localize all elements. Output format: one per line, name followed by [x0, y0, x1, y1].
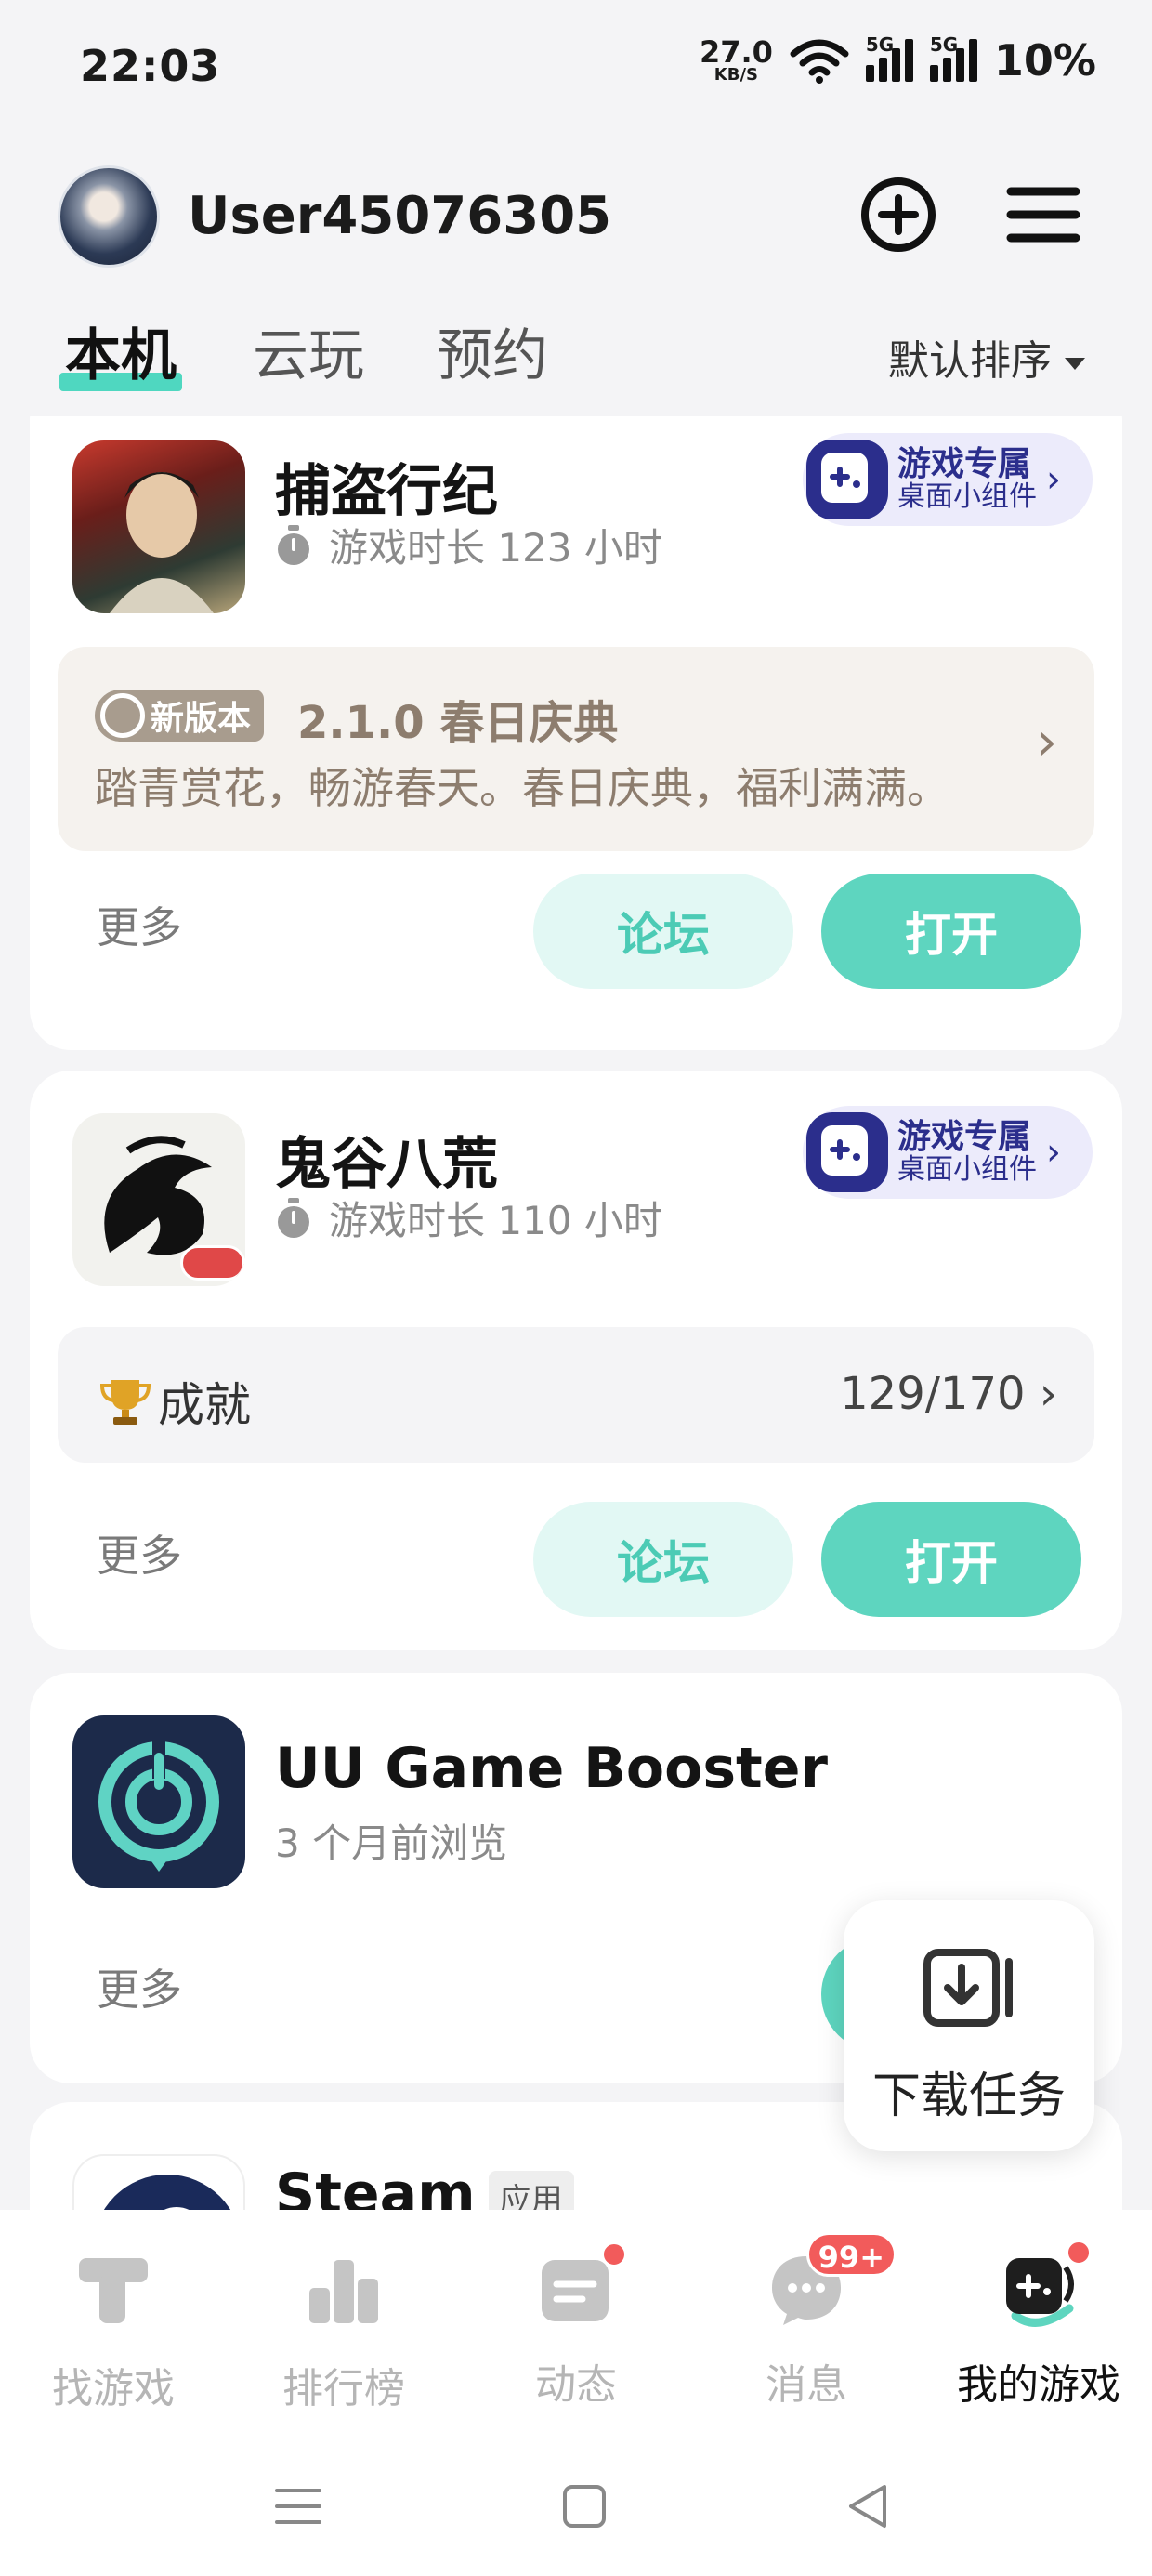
audio-bars-icon — [180, 1245, 245, 1281]
game-name[interactable]: 鬼谷八荒 — [275, 1119, 498, 1200]
game-name[interactable]: UU Game Booster — [275, 1736, 828, 1801]
app-tag: 应用 — [488, 2170, 574, 2210]
open-button[interactable]: 打开 — [821, 1502, 1081, 1617]
chevron-right-icon: › — [1036, 712, 1057, 772]
news-title: 2.1.0 春日庆典 — [297, 697, 619, 749]
badge-title: 游戏专属 — [897, 1118, 1032, 1157]
nav-my-games[interactable]: 我的游戏 — [927, 2240, 1150, 2411]
gamepad-icon — [806, 440, 888, 519]
chevron-right-icon: › — [1039, 1368, 1057, 1420]
sort-label: 默认排序 — [888, 337, 1052, 385]
more-button[interactable]: 更多 — [97, 894, 182, 955]
achievement-count: 129/170 — [840, 1368, 1026, 1420]
nav-find-game[interactable]: 找游戏 — [2, 2247, 225, 2414]
home-icon[interactable] — [552, 2474, 617, 2539]
menu-icon[interactable] — [1001, 173, 1085, 256]
bottom-nav: 找游戏 排行榜 动态 99+ 消息 我的游戏 — [0, 2210, 1152, 2433]
badge-subtitle: 桌面小组件 — [897, 1153, 1037, 1187]
ranking-icon — [309, 2260, 378, 2323]
open-button[interactable]: 打开 — [821, 874, 1081, 989]
stopwatch-icon — [278, 524, 309, 565]
message-count-badge: 99+ — [805, 2232, 897, 2277]
caret-down-icon — [1065, 357, 1085, 370]
signal-1-icon: 5G — [865, 33, 913, 82]
game-icon[interactable] — [72, 1113, 245, 1286]
game-icon[interactable] — [72, 2154, 245, 2210]
system-nav-bar — [0, 2433, 1152, 2576]
tab-bar: 本机 云玩 预约 默认排序 — [0, 307, 1152, 409]
status-icons: 27.0 KB/S 5G 5G 10% — [699, 33, 1096, 85]
badge-subtitle: 桌面小组件 — [897, 480, 1037, 514]
achievement-row[interactable]: 成就 129/170 › — [58, 1327, 1094, 1463]
notification-dot — [1066, 2240, 1092, 2266]
nav-feed[interactable]: 动态 — [465, 2241, 687, 2411]
game-icon[interactable] — [72, 440, 245, 613]
steam-logo-icon — [103, 2175, 231, 2210]
network-speed: 27.0 KB/S — [699, 34, 773, 85]
avatar[interactable] — [58, 165, 160, 268]
game-card[interactable]: 鬼谷八荒 游戏时长 110 小时 游戏专属 桌面小组件 › 成就 129/170… — [30, 1071, 1122, 1650]
status-bar: 22:03 27.0 KB/S 5G 5G 10% — [0, 0, 1152, 139]
status-time: 22:03 — [80, 41, 221, 91]
tab-local[interactable]: 本机 — [59, 310, 182, 391]
game-icon[interactable] — [72, 1715, 245, 1888]
wifi-icon — [790, 39, 849, 84]
download-tasks-label: 下载任务 — [871, 2069, 1066, 2124]
new-version-tag: 新版本 — [95, 690, 265, 742]
game-name[interactable]: 捕盗行纪 — [275, 446, 498, 527]
tab-reserve[interactable]: 预约 — [437, 310, 548, 391]
game-card[interactable]: 捕盗行纪 游戏时长 123 小时 游戏专属 桌面小组件 › 新版本 2.1.0 … — [30, 416, 1122, 1050]
chevron-right-icon: › — [1046, 1131, 1061, 1174]
last-viewed: 3 个月前浏览 — [275, 1820, 508, 1866]
update-news-banner[interactable]: 新版本 2.1.0 春日庆典 踏青赏花，畅游春天。春日庆典，福利满满。 › — [58, 647, 1094, 851]
forum-button[interactable]: 论坛 — [533, 874, 793, 989]
desktop-widget-badge[interactable]: 游戏专属 桌面小组件 › — [803, 1106, 1093, 1199]
stopwatch-icon — [278, 1197, 309, 1238]
trophy-icon — [99, 1380, 151, 1425]
download-tasks-button[interactable]: 下载任务 — [844, 1900, 1094, 2151]
more-button[interactable]: 更多 — [97, 1522, 182, 1584]
nav-ranking[interactable]: 排行榜 — [232, 2247, 455, 2414]
chevron-right-icon: › — [1046, 458, 1061, 501]
battery-level: 10% — [993, 35, 1096, 85]
desktop-widget-badge[interactable]: 游戏专属 桌面小组件 › — [803, 433, 1093, 526]
nav-messages[interactable]: 99+ 消息 — [695, 2232, 918, 2411]
forum-button[interactable]: 论坛 — [533, 1502, 793, 1617]
username[interactable]: User45076305 — [188, 186, 611, 246]
download-icon — [923, 1949, 1013, 2027]
gamepad-icon — [806, 1112, 888, 1192]
find-game-icon — [79, 2258, 148, 2323]
signal-2-icon: 5G — [929, 33, 977, 82]
news-description: 踏青赏花，畅游春天。春日庆典，福利满满。 — [95, 763, 949, 813]
uu-booster-logo-icon — [98, 1741, 219, 1872]
notification-dot — [601, 2241, 627, 2267]
sort-dropdown[interactable]: 默认排序 — [888, 327, 1085, 387]
achievement-label: 成就 — [158, 1378, 251, 1432]
game-playtime: 游戏时长 110 小时 — [275, 1189, 662, 1246]
recent-apps-icon[interactable] — [266, 2474, 331, 2539]
game-playtime: 游戏时长 123 小时 — [275, 517, 662, 573]
game-name[interactable]: Steam 应用 — [275, 2162, 574, 2210]
tab-cloud[interactable]: 云玩 — [253, 310, 364, 391]
add-circle-icon[interactable] — [857, 173, 940, 256]
badge-title: 游戏专属 — [897, 445, 1032, 484]
refresh-icon — [100, 693, 145, 738]
character-portrait-icon — [110, 472, 214, 613]
header: User45076305 — [0, 158, 1152, 279]
more-button[interactable]: 更多 — [97, 1956, 182, 2017]
back-icon[interactable] — [836, 2474, 901, 2539]
